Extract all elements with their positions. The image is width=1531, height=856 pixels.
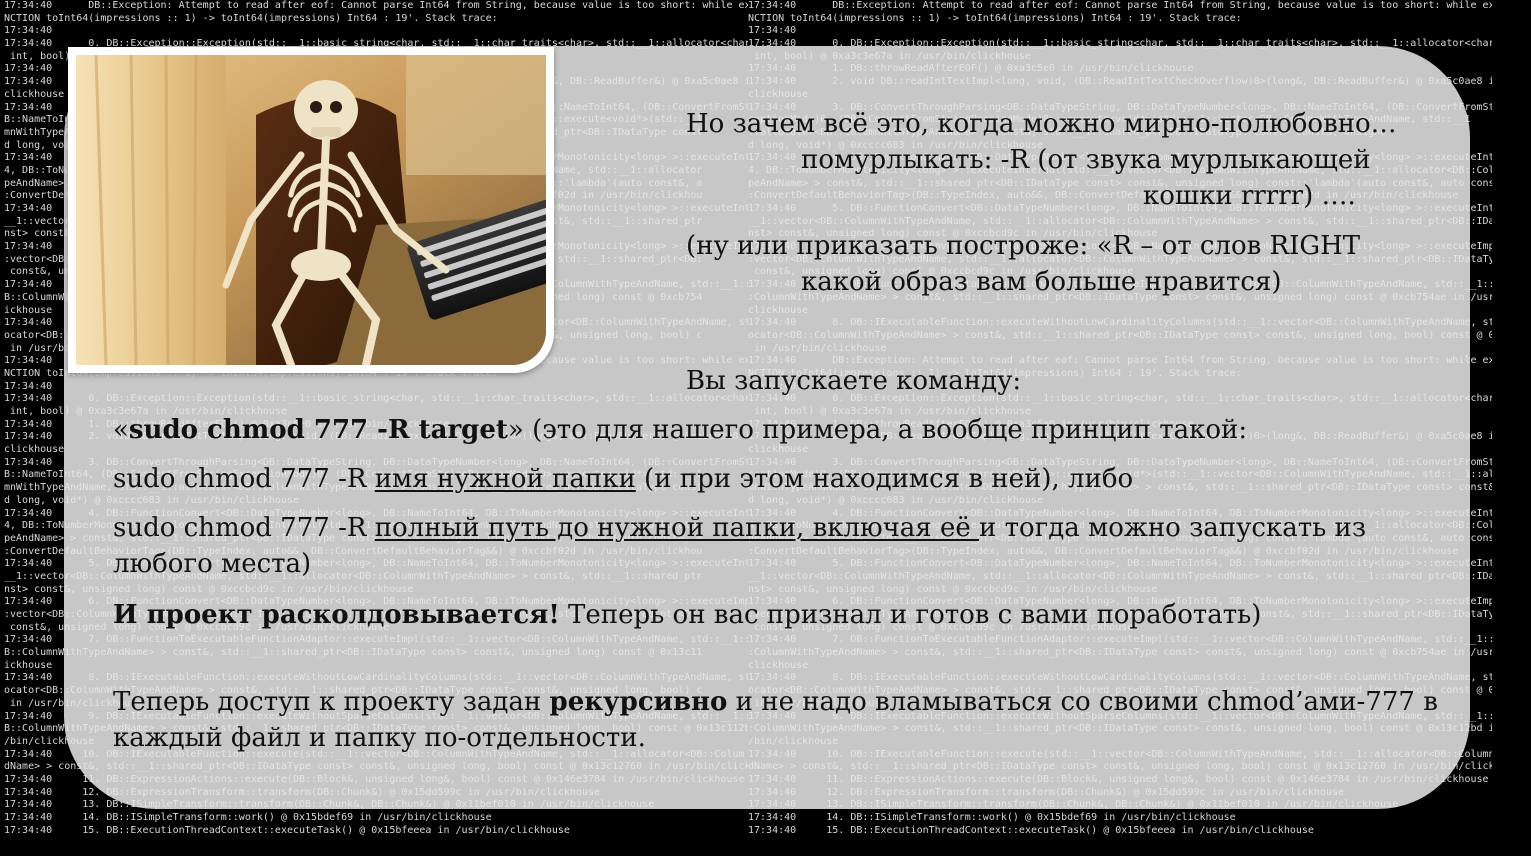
slide-line-7: «sudo chmod 777 -R target» (это для наше… bbox=[113, 412, 1247, 448]
terminal-line: 17:34:40 bbox=[748, 25, 797, 37]
command-example: sudo chmod 777 -R target bbox=[128, 415, 508, 445]
slide-line-2-flag: -R bbox=[1000, 145, 1030, 175]
slide-line-11: И проект расколдовывается! Теперь он вас… bbox=[113, 597, 1261, 633]
photo-frame bbox=[68, 47, 554, 373]
full-path-placeholder: полный путь до нужной папки, включая её bbox=[374, 513, 979, 543]
slide-line-2-a: помурлыкать: bbox=[801, 145, 1001, 175]
slide-line-5: какой образ вам больше нравится) bbox=[801, 267, 1282, 297]
slide-line-9-a: sudo chmod 777 -R bbox=[113, 513, 375, 543]
terminal-line: 17:34:40 14. DB::ISimpleTransform::work(… bbox=[748, 812, 1236, 823]
slide-line-6: Вы запускаете команду: bbox=[686, 366, 1022, 396]
slide-line-1: Но зачем всё это, когда можно мирно-полю… bbox=[686, 109, 1397, 139]
folder-name-placeholder: имя нужной папки bbox=[374, 464, 636, 494]
slide-line-8-a: sudo chmod 777 -R bbox=[113, 464, 375, 494]
terminal-line: 17:34:40 DB::Exception: Attempt to read … bbox=[748, 0, 1492, 11]
slide-line-3: кошки rrrrr) …. bbox=[1143, 181, 1356, 211]
slide-line-9-c: и тогда можно запускать из bbox=[979, 513, 1367, 543]
slide-line-10: любого места) bbox=[113, 549, 312, 579]
recursive-keyword: рекурсивно bbox=[549, 687, 728, 717]
skeleton-at-computer-image bbox=[76, 55, 546, 365]
terminal-line: NCTION toInt64(impressions :: 1) -> toIn… bbox=[4, 12, 498, 24]
skeleton-illustration bbox=[76, 55, 546, 365]
slide-line-12-c: и не надо вламываться со своими chmod’ам… bbox=[727, 687, 1438, 717]
terminal-line: 17:34:40 bbox=[4, 25, 53, 37]
terminal-line: 17:34:40 DB::Exception: Attempt to read … bbox=[4, 0, 748, 11]
slide-line-8-c: (и при этом находимся в ней), либо bbox=[635, 464, 1134, 494]
slide-line-9: sudo chmod 777 -R полный путь до нужной … bbox=[113, 510, 1366, 546]
slide-line-2: помурлыкать: -R (от звука мурлыкающей bbox=[801, 142, 1371, 178]
slide-line-13: каждый файл и папку по-отдельности. bbox=[113, 723, 646, 753]
slide-line-12: Теперь доступ к проекту задан рекурсивно… bbox=[113, 684, 1438, 720]
slide-line-12-a: Теперь доступ к проекту задан bbox=[113, 687, 550, 717]
slide-line-11-rest: Теперь он вас признал и готов с вами пор… bbox=[559, 600, 1262, 630]
slide-line-8: sudo chmod 777 -R имя нужной папки (и пр… bbox=[113, 461, 1133, 497]
slide-line-7-a: « bbox=[113, 415, 129, 445]
slide-line-11-bold: И проект расколдовывается! bbox=[113, 600, 560, 630]
terminal-line: NCTION toInt64(impressions :: 1) -> toIn… bbox=[748, 12, 1242, 24]
slide-line-4: (ну или приказать построже: «R – от слов… bbox=[686, 231, 1361, 261]
slide-line-2-c: (от звука мурлыкающей bbox=[1029, 145, 1371, 175]
slide-line-7-c: » (это для нашего примера, а вообще прин… bbox=[507, 415, 1248, 445]
terminal-line: 17:34:40 15. DB::ExecutionThreadContext:… bbox=[4, 824, 570, 836]
terminal-line: 17:34:40 14. DB::ISimpleTransform::work(… bbox=[4, 812, 492, 823]
terminal-line: 17:34:40 15. DB::ExecutionThreadContext:… bbox=[748, 824, 1314, 836]
